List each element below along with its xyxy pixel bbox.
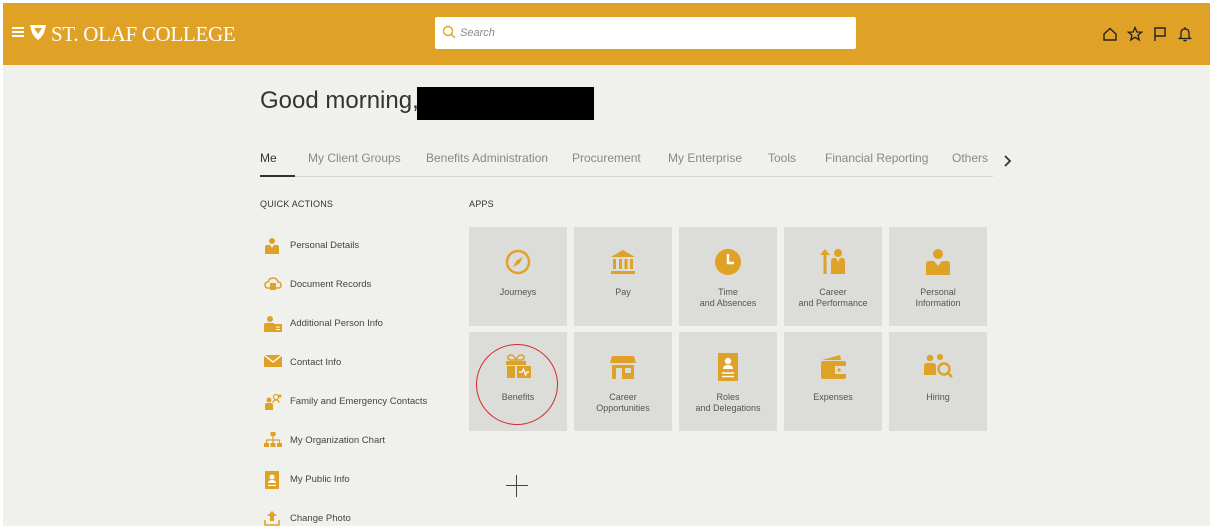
tab-others[interactable]: Others [952, 151, 988, 165]
chevron-right-icon[interactable] [1003, 155, 1013, 167]
tab-my-client-groups[interactable]: My Client Groups [308, 151, 401, 165]
wallet-icon [821, 355, 846, 379]
app-tile-hiring[interactable]: Hiring [889, 332, 987, 431]
tab-tools[interactable]: Tools [768, 151, 796, 165]
app-tile-benefits[interactable]: Benefits [469, 332, 567, 431]
quick-actions-heading: QUICK ACTIONS [260, 199, 334, 209]
quick-action-additional-person-info[interactable]: Additional Person Info [260, 313, 450, 335]
hiring-icon [924, 354, 953, 378]
app-tile-expenses[interactable]: Expenses [784, 332, 882, 431]
navigation-tabs: Me My Client Groups Benefits Administrat… [260, 151, 993, 177]
search-input[interactable] [460, 24, 840, 42]
upload-icon [264, 511, 280, 526]
tab-benefits-administration[interactable]: Benefits Administration [426, 151, 548, 165]
person-icon [926, 249, 950, 275]
quick-action-family-contacts[interactable]: Family and Emergency Contacts [260, 391, 450, 413]
active-tab-indicator [260, 175, 295, 177]
gift-icon [506, 354, 531, 378]
apps-heading: APPS [469, 199, 494, 209]
app-tile-pay[interactable]: Pay [574, 227, 672, 326]
header-icons [1102, 25, 1202, 42]
person-card-icon [264, 316, 282, 332]
app-frame: ST. OLAF COLLEGE Good morning, [3, 3, 1210, 526]
greeting-text: Good morning, [260, 87, 419, 114]
quick-action-org-chart[interactable]: My Organization Chart [260, 430, 450, 452]
home-icon[interactable] [1102, 26, 1127, 42]
flag-icon[interactable] [1152, 26, 1177, 42]
app-tile-career-opportunities[interactable]: Career Opportunities [574, 332, 672, 431]
app-tile-roles-and-delegations[interactable]: Roles and Delegations [679, 332, 777, 431]
hamburger-menu-icon[interactable] [12, 27, 24, 37]
family-icon [265, 393, 282, 410]
compass-icon [505, 249, 531, 275]
star-icon[interactable] [1126, 25, 1152, 42]
career-icon [820, 249, 845, 274]
envelope-icon [264, 354, 282, 367]
search-box[interactable] [435, 17, 856, 49]
tab-financial-reporting[interactable]: Financial Reporting [825, 151, 928, 165]
quick-action-contact-info[interactable]: Contact Info [260, 352, 450, 374]
bank-icon [611, 250, 635, 274]
org-chart-icon [264, 432, 282, 447]
brand-name[interactable]: ST. OLAF COLLEGE [51, 22, 236, 47]
add-app-plus-icon[interactable] [506, 475, 528, 497]
person-icon [265, 238, 279, 254]
quick-action-public-info[interactable]: My Public Info [260, 469, 450, 491]
quick-action-change-photo[interactable]: Change Photo [260, 508, 450, 526]
badge-icon [265, 471, 279, 489]
app-tile-personal-information[interactable]: Personal Information [889, 227, 987, 326]
search-icon [442, 25, 456, 39]
tab-me[interactable]: Me [260, 151, 277, 165]
tab-procurement[interactable]: Procurement [572, 151, 641, 165]
cloud-document-icon [264, 277, 282, 290]
quick-action-personal-details[interactable]: Personal Details [260, 235, 450, 257]
clock-icon [715, 249, 741, 275]
tab-my-enterprise[interactable]: My Enterprise [668, 151, 742, 165]
quick-action-document-records[interactable]: Document Records [260, 274, 450, 296]
id-badge-icon [718, 353, 738, 381]
redacted-user-name [417, 87, 594, 120]
college-shield-icon [30, 25, 46, 40]
app-tile-journeys[interactable]: Journeys [469, 227, 567, 326]
app-tile-time-and-absences[interactable]: Time and Absences [679, 227, 777, 326]
top-bar: ST. OLAF COLLEGE [3, 3, 1210, 65]
bell-icon[interactable] [1177, 26, 1202, 42]
storefront-icon [610, 356, 636, 379]
app-tile-career-and-performance[interactable]: Career and Performance [784, 227, 882, 326]
